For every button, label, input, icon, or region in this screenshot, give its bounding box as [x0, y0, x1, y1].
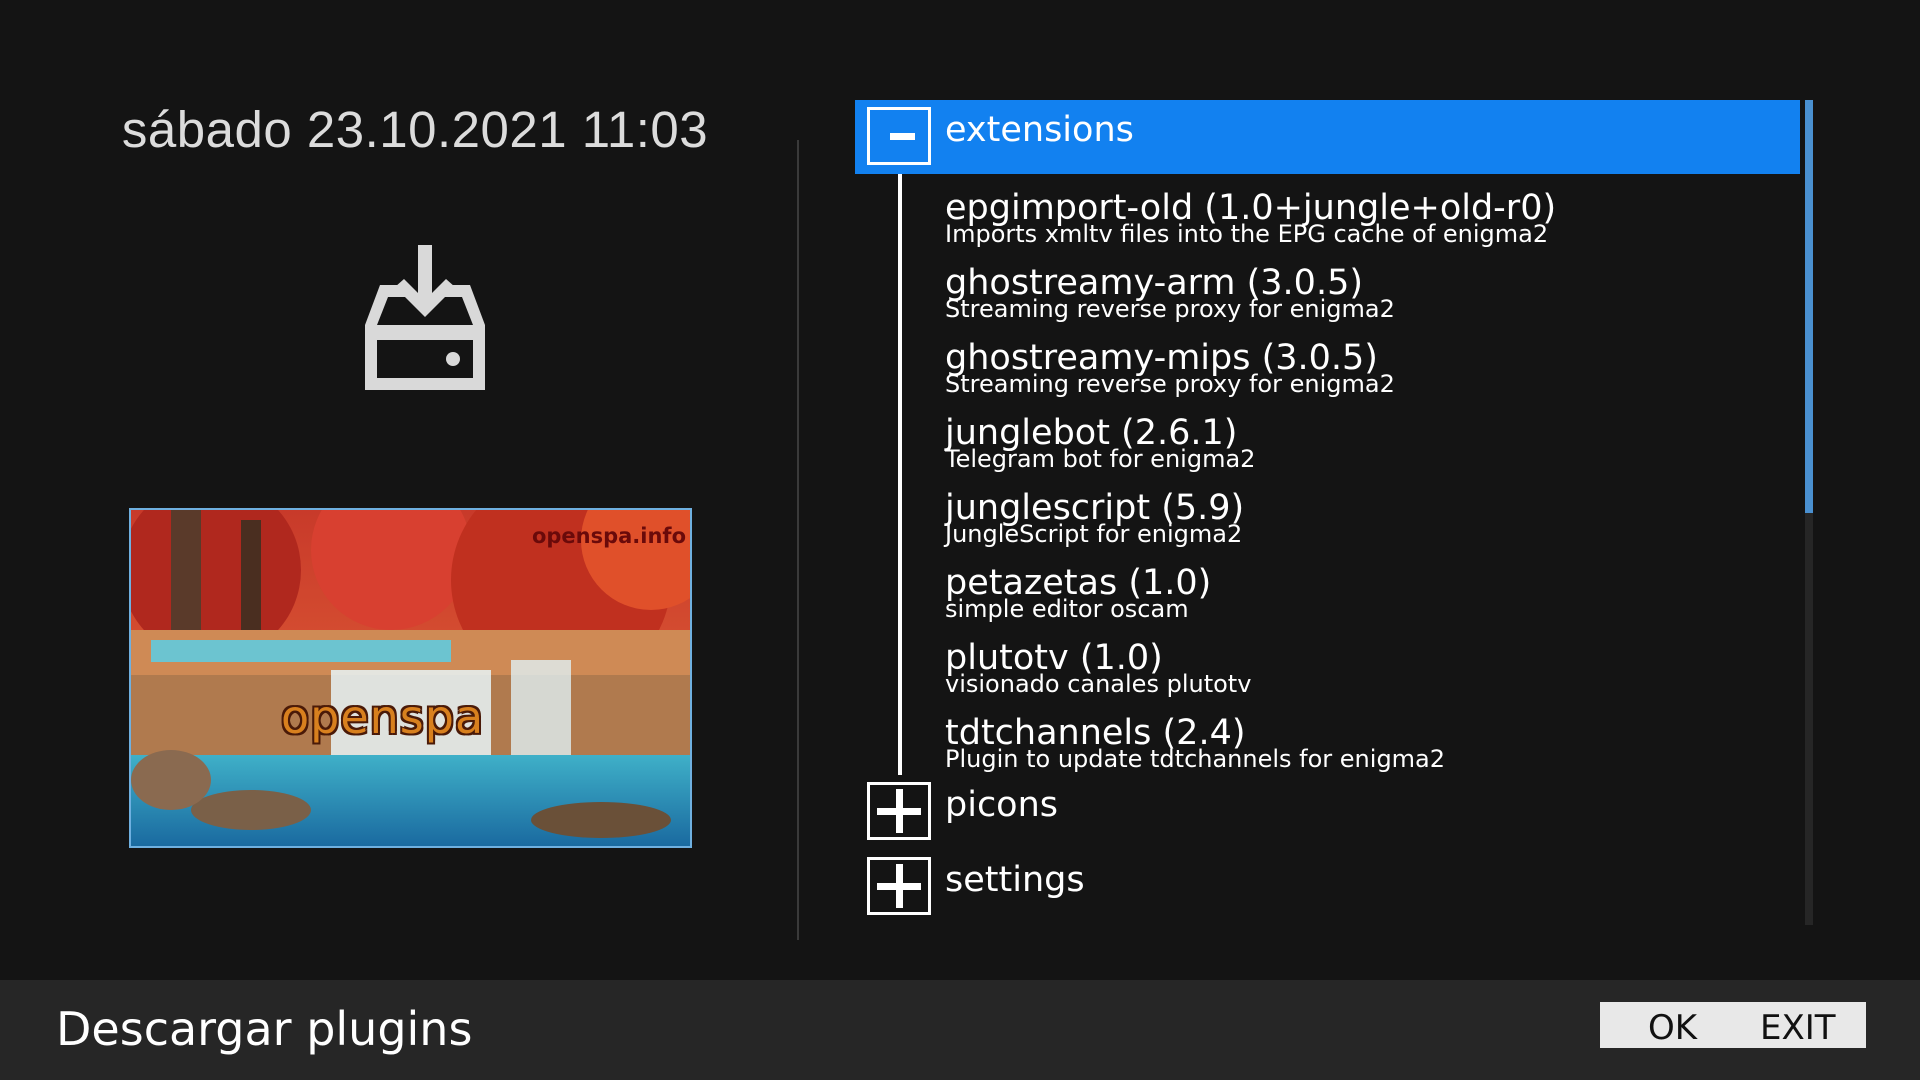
download-tray-icon	[340, 245, 490, 395]
plugin-row-ghostreamy-mips[interactable]: ghostreamy-mips (3.0.5) Streaming revers…	[855, 334, 1800, 409]
plugin-description: Streaming reverse proxy for enigma2	[945, 295, 1395, 323]
scrollbar-thumb[interactable]	[1805, 100, 1813, 513]
group-row-settings[interactable]: settings	[855, 850, 1800, 924]
exit-key-hint[interactable]: EXIT	[1760, 1008, 1836, 1048]
plugin-description: Plugin to update tdtchannels for enigma2	[945, 745, 1446, 773]
list-scrollbar[interactable]	[1805, 100, 1813, 925]
plugin-description: Imports xmltv files into the EPG cache o…	[945, 220, 1549, 248]
group-label: extensions	[945, 110, 1134, 150]
minus-icon[interactable]	[867, 107, 931, 165]
group-row-picons[interactable]: picons	[855, 775, 1800, 849]
plugin-download-screen: sábado 23.10.2021 11:03 openspa.info ope…	[0, 0, 1920, 1080]
plugin-row-petazetas[interactable]: petazetas (1.0) simple editor oscam	[855, 559, 1800, 634]
plugin-description: Telegram bot for enigma2	[945, 445, 1256, 473]
plugin-row-ghostreamy-arm[interactable]: ghostreamy-arm (3.0.5) Streaming reverse…	[855, 259, 1800, 334]
group-label: settings	[945, 860, 1085, 900]
screen-title: Descargar plugins	[56, 1002, 473, 1056]
plugin-row-plutotv[interactable]: plutotv (1.0) visionado canales plutotv	[855, 634, 1800, 709]
preview-watermark: openspa.info	[531, 524, 686, 548]
plugin-row-epgimport-old[interactable]: epgimport-old (1.0+jungle+old-r0) Import…	[855, 184, 1800, 259]
footer-bar: Descargar plugins OK EXIT	[0, 980, 1920, 1080]
group-label: picons	[945, 785, 1059, 825]
plugin-description: simple editor oscam	[945, 595, 1189, 623]
plugin-row-junglebot[interactable]: junglebot (2.6.1) Telegram bot for enigm…	[855, 409, 1800, 484]
key-hints: OK EXIT	[1600, 1002, 1866, 1048]
plugin-tree-list[interactable]: extensions epgimport-old (1.0+jungle+old…	[855, 100, 1810, 925]
ok-key-hint[interactable]: OK	[1648, 1008, 1697, 1048]
preview-logo-text: openspa	[281, 690, 485, 744]
plugin-description: Streaming reverse proxy for enigma2	[945, 370, 1395, 398]
plus-icon[interactable]	[867, 857, 931, 915]
plugin-row-tdtchannels[interactable]: tdtchannels (2.4) Plugin to update tdtch…	[855, 709, 1800, 784]
group-row-extensions[interactable]: extensions	[855, 100, 1800, 174]
plus-icon[interactable]	[867, 782, 931, 840]
plugin-row-junglescript[interactable]: junglescript (5.9) JungleScript for enig…	[855, 484, 1800, 559]
vertical-divider	[797, 140, 799, 940]
datetime-display: sábado 23.10.2021 11:03	[121, 101, 709, 158]
plugin-preview-image: openspa.info openspa	[129, 508, 692, 848]
plugin-description: JungleScript for enigma2	[945, 520, 1243, 548]
plugin-description: visionado canales plutotv	[945, 670, 1252, 698]
